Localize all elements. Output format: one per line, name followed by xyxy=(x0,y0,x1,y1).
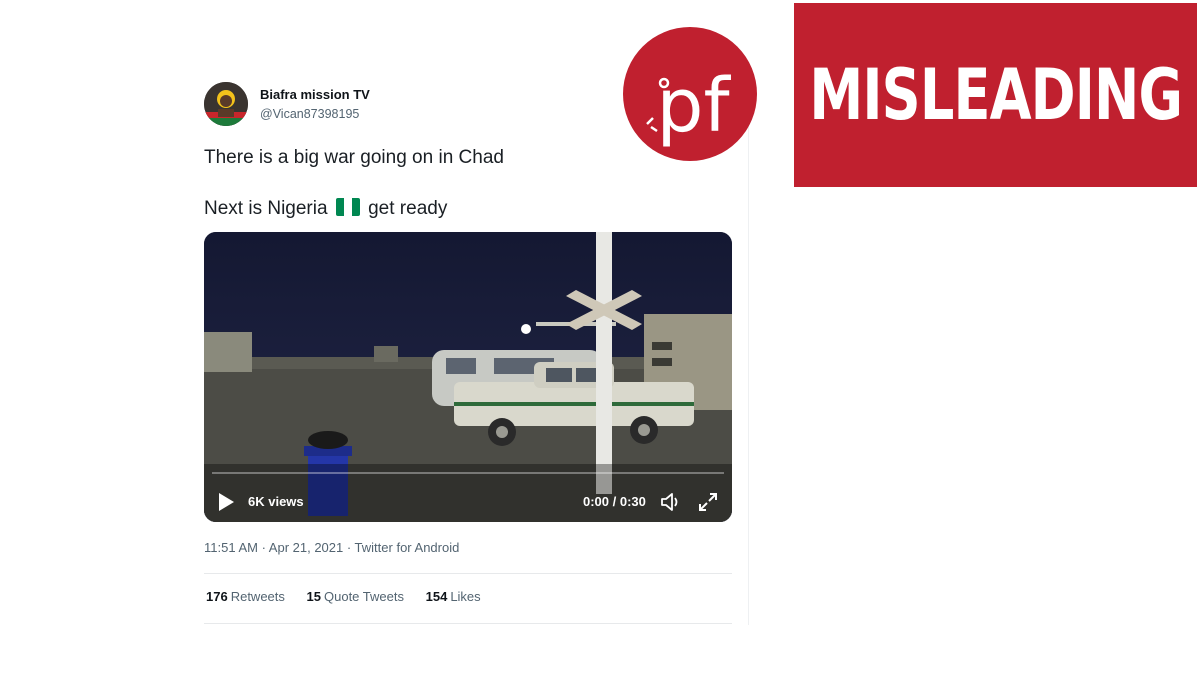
divider xyxy=(204,573,732,574)
video-player[interactable]: 6K views 0:00 / 0:30 xyxy=(204,232,732,522)
retweets-label: Retweets xyxy=(230,589,285,604)
tweet-text-before-flag: Next is Nigeria xyxy=(204,198,328,219)
video-frame xyxy=(204,232,732,522)
tweet-text-line-1: There is a big war going on in Chad xyxy=(204,147,504,168)
video-progress-bar[interactable] xyxy=(212,472,724,474)
author-name[interactable]: Biafra mission TV xyxy=(260,87,370,102)
author-handle[interactable]: @Vican87398195 xyxy=(260,107,359,121)
likes-stat[interactable]: 154 Likes xyxy=(426,589,481,604)
fullscreen-icon[interactable] xyxy=(698,492,718,512)
retweets-stat[interactable]: 176 Retweets xyxy=(206,589,285,604)
likes-count: 154 xyxy=(425,589,448,604)
likes-label: Likes xyxy=(450,589,481,604)
video-views: 6K views xyxy=(248,494,304,509)
quote-tweets-stat[interactable]: 15 Quote Tweets xyxy=(307,589,404,604)
divider xyxy=(204,623,732,624)
avatar[interactable] xyxy=(204,82,248,126)
retweets-count: 176 xyxy=(206,589,228,604)
tweet-text-line-2: Next is Nigeria get ready xyxy=(204,198,447,220)
video-time: 0:00 / 0:30 xyxy=(583,494,646,509)
quote-tweets-label: Quote Tweets xyxy=(324,589,404,604)
verdict-label: MISLEADING xyxy=(809,54,1183,136)
pf-logo-text: pf xyxy=(656,63,731,149)
play-icon[interactable] xyxy=(218,493,234,511)
tweet-text-after-flag: get ready xyxy=(368,198,448,219)
tweet-stats: 176 Retweets 15 Quote Tweets 154 Likes xyxy=(206,589,499,604)
verdict-banner: MISLEADING xyxy=(794,3,1197,187)
volume-icon[interactable] xyxy=(660,492,682,512)
pf-logo: pf xyxy=(623,27,757,161)
avatar-image xyxy=(204,82,248,126)
tweet-timestamp[interactable]: 11:51 AM · Apr 21, 2021 · Twitter for An… xyxy=(204,540,459,555)
quote-tweets-count: 15 xyxy=(306,589,321,604)
nigeria-flag-icon xyxy=(335,198,360,216)
